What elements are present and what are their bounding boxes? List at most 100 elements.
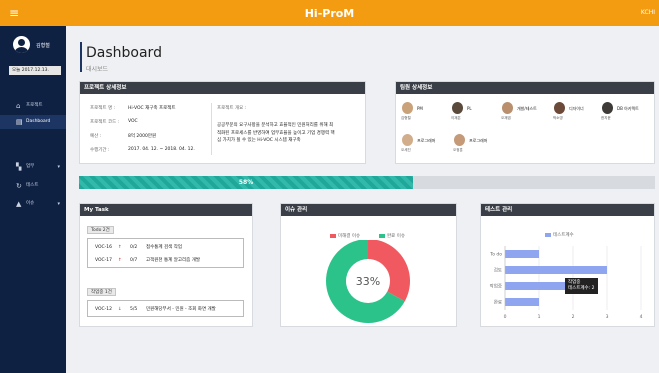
- panel-header: 프로젝트 상세정보: [80, 82, 365, 94]
- member-avatar: [602, 102, 613, 114]
- page-title: Dashboard: [86, 45, 162, 61]
- task-title: 접수통계 검색 작업: [146, 245, 182, 250]
- field-label: 수행기간 :: [90, 148, 110, 153]
- priority-down-icon: ↓: [118, 307, 122, 312]
- member-avatar: [502, 102, 513, 114]
- sidebar-item-label: 이슈: [26, 201, 35, 206]
- field-label: 프로젝트 코드 :: [90, 120, 120, 125]
- y-tick-label: 작업중: [490, 283, 502, 290]
- project-progress-bar: 58%: [79, 176, 655, 189]
- sidebar-item-test[interactable]: ↻ 테스트: [0, 179, 66, 193]
- avatar[interactable]: [13, 36, 30, 53]
- header-user[interactable]: KCHI: [641, 9, 655, 16]
- team-member[interactable]: 디자이너 박소영: [553, 102, 599, 124]
- y-tick-label: 완료: [494, 299, 502, 306]
- test-icon: ↻: [16, 182, 22, 190]
- tooltip-value: 테스트계수: 2: [568, 286, 595, 291]
- task-group: VOC-16 ↑ 0/2 접수통계 검색 작업 VOC-17 ↑ 0/7 고객원…: [87, 238, 244, 268]
- field-value: 2017. 04. 12. ~ 2018. 04. 12.: [128, 147, 195, 152]
- chevron-down-icon: ▾: [57, 201, 60, 207]
- field-label: 프로젝트 명 :: [90, 106, 116, 111]
- priority-up-icon: ↑: [118, 258, 122, 263]
- bar[interactable]: [505, 250, 539, 258]
- task-row[interactable]: VOC-17 ↑ 0/7 고객원천 통계 알고리즘 개발: [88, 254, 243, 267]
- member-avatar: [454, 134, 465, 146]
- member-avatar: [402, 134, 413, 146]
- page-subtitle: 대시보드: [86, 66, 109, 73]
- sidebar-item-issue[interactable]: ▲ 이슈 ▾: [0, 197, 66, 211]
- bar[interactable]: [505, 282, 573, 290]
- sidebar-item-label: 업무: [26, 164, 35, 169]
- task-count: 5/5: [130, 307, 138, 312]
- panel-header: 테스트 관리: [481, 204, 654, 216]
- team-member[interactable]: PM 김형철: [401, 102, 447, 124]
- legend-swatch: [545, 233, 551, 237]
- today-date: 오늘 2017.12.13.: [9, 66, 61, 75]
- field-label: 예산 :: [90, 134, 102, 139]
- sidebar-item-project[interactable]: ⌂ 프로젝트: [0, 99, 66, 113]
- sidebar-item-label: 테스트: [26, 183, 39, 188]
- team-member[interactable]: 프로그래머 오세진: [401, 134, 447, 156]
- member-name: 오재엽: [501, 116, 511, 120]
- team-member[interactable]: PL 이재은: [451, 102, 497, 124]
- x-tick-label: 3: [606, 314, 609, 320]
- home-icon: ⌂: [16, 102, 21, 110]
- task-code: VOC-12: [95, 307, 113, 312]
- member-avatar: [554, 102, 565, 114]
- avatar-head: [18, 39, 25, 46]
- panel-header: 팀원 상세정보: [396, 82, 654, 94]
- top-bar: ≡ Hi-ProM KCHI: [0, 0, 659, 26]
- team-member[interactable]: 프로그래머 오정훈: [453, 134, 499, 156]
- panel-header: My Task: [80, 204, 252, 216]
- field-value: Hi-VOC 재구축 프로젝트: [128, 106, 176, 111]
- member-role: PL: [467, 106, 472, 111]
- member-role: 디자이너: [569, 106, 584, 111]
- member-name: 박소영: [553, 116, 563, 120]
- field-value: 8억 2000만원: [128, 134, 157, 139]
- legend-swatch: [330, 234, 336, 238]
- legend-label[interactable]: 미해결 이슈: [338, 233, 360, 239]
- task-group-label: 작업중 1건: [87, 288, 116, 296]
- team-member[interactable]: DB 아키텍트 한지윤: [601, 102, 647, 124]
- bar[interactable]: [505, 298, 539, 306]
- sidebar-item-dashboard[interactable]: ▤ Dashboard: [0, 115, 66, 129]
- my-task-panel: My Task Todo 2건 VOC-16 ↑ 0/2 접수통계 검색 작업 …: [79, 203, 253, 327]
- project-detail-panel: 프로젝트 상세정보 프로젝트 명 : Hi-VOC 재구축 프로젝트 프로젝트 …: [79, 81, 366, 164]
- legend-label[interactable]: 완료 이슈: [387, 233, 405, 239]
- x-tick-label: 1: [538, 314, 541, 320]
- task-group: VOC-12 ↓ 5/5 민원해당부서 - 민원 - 조회 화면 개발: [87, 300, 244, 317]
- team-detail-panel: 팀원 상세정보 PM 김형철 PL 이재은 개발/테스트 오재엽 디자이너 박소…: [395, 81, 655, 164]
- member-role: PM: [417, 106, 423, 111]
- user-name: 김형철: [36, 43, 50, 49]
- member-avatar: [402, 102, 413, 114]
- panel-header: 이슈 관리: [281, 204, 456, 216]
- task-code: VOC-16: [95, 245, 113, 250]
- task-row[interactable]: VOC-16 ↑ 0/2 접수통계 검색 작업: [88, 241, 243, 254]
- pie-slice-unresolved[interactable]: [368, 240, 410, 302]
- sidebar-item-label: Dashboard: [26, 119, 51, 124]
- x-tick-label: 4: [640, 314, 643, 320]
- member-role: DB 아키텍트: [617, 106, 639, 111]
- task-count: 0/7: [130, 258, 138, 263]
- divider: [211, 103, 212, 155]
- task-row[interactable]: VOC-12 ↓ 5/5 민원해당부서 - 민원 - 조회 화면 개발: [88, 303, 243, 316]
- sidebar-item-tasks[interactable]: ▚ 업무 ▾: [0, 160, 66, 174]
- progress-label: 58%: [238, 179, 254, 186]
- member-name: 한지윤: [601, 116, 611, 120]
- description-label: 프로젝트 개요 :: [217, 106, 247, 111]
- y-tick-label: To do: [489, 252, 502, 258]
- sidebar: 김형철 오늘 2017.12.13. ⌂ 프로젝트 ▤ Dashboard ▚ …: [0, 26, 66, 373]
- priority-up-icon: ↑: [118, 245, 122, 250]
- issue-panel: 이슈 관리 미해결 이슈 완료 이슈 33%: [280, 203, 457, 327]
- member-role: 개발/테스트: [517, 106, 537, 111]
- task-group-label: Todo 2건: [87, 226, 114, 234]
- avatar-body: [15, 47, 28, 53]
- legend-swatch: [379, 234, 385, 238]
- bar[interactable]: [505, 266, 607, 274]
- team-member[interactable]: 개발/테스트 오재엽: [501, 102, 547, 124]
- member-name: 오정훈: [453, 148, 463, 152]
- app-title: Hi-ProM: [304, 7, 355, 20]
- member-role: 프로그래머: [469, 138, 488, 143]
- member-role: 프로그래머: [417, 138, 436, 143]
- donut-center-label: 33%: [356, 275, 380, 288]
